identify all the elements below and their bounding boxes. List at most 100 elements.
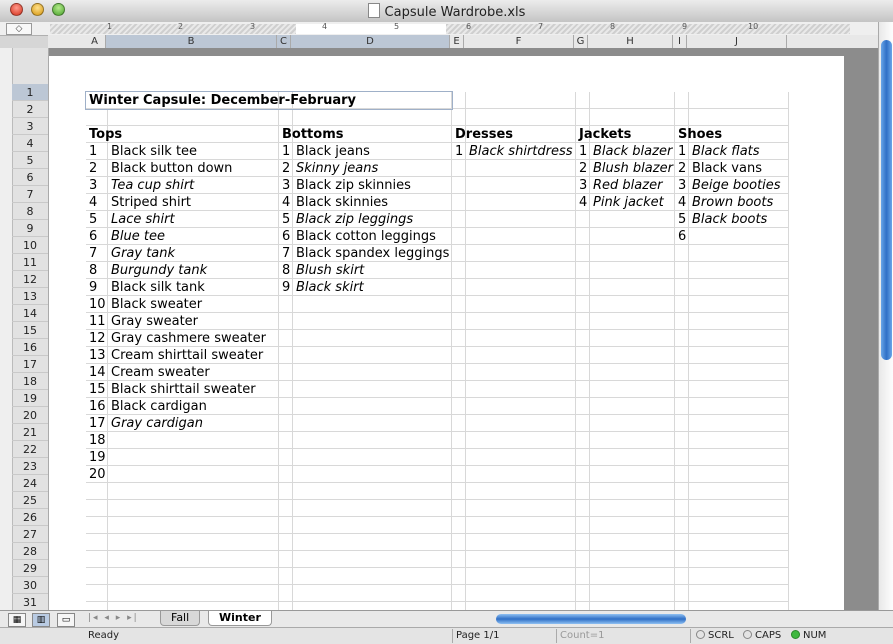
- cell-j28[interactable]: [689, 551, 789, 568]
- cell-d22[interactable]: [293, 449, 452, 466]
- cell-a19[interactable]: 16: [86, 398, 108, 415]
- cell-g27[interactable]: [576, 534, 590, 551]
- cell-b14[interactable]: Gray sweater: [108, 313, 279, 330]
- page-layout-view-button[interactable]: ▥: [32, 613, 50, 627]
- cell-a5[interactable]: 2: [86, 160, 108, 177]
- cell-i1[interactable]: [675, 92, 689, 109]
- cell-c10[interactable]: 7: [279, 245, 293, 262]
- cell-j27[interactable]: [689, 534, 789, 551]
- cell-a29[interactable]: [86, 568, 108, 585]
- cell-a6[interactable]: 3: [86, 177, 108, 194]
- cell-i27[interactable]: [675, 534, 689, 551]
- cell-b10[interactable]: Gray tank: [108, 245, 279, 262]
- cell-f1[interactable]: [466, 92, 576, 109]
- cell-j3[interactable]: [689, 126, 789, 143]
- row-header-27[interactable]: 27: [12, 526, 48, 543]
- cell-g20[interactable]: [576, 415, 590, 432]
- cell-c6[interactable]: 3: [279, 177, 293, 194]
- cell-a12[interactable]: 9: [86, 279, 108, 296]
- cell-h4[interactable]: Black blazer: [590, 143, 675, 160]
- cell-j6[interactable]: Beige booties: [689, 177, 789, 194]
- cell-h29[interactable]: [590, 568, 675, 585]
- cell-b9[interactable]: Blue tee: [108, 228, 279, 245]
- cell-g9[interactable]: [576, 228, 590, 245]
- cell-f24[interactable]: [466, 483, 576, 500]
- cell-d29[interactable]: [293, 568, 452, 585]
- row-header-3[interactable]: 3: [12, 118, 48, 135]
- cell-b22[interactable]: [108, 449, 279, 466]
- cell-i8[interactable]: 5: [675, 211, 689, 228]
- cell-i11[interactable]: [675, 262, 689, 279]
- cell-g6[interactable]: 3: [576, 177, 590, 194]
- cell-e15[interactable]: [452, 330, 466, 347]
- cell-i26[interactable]: [675, 517, 689, 534]
- cell-c21[interactable]: [279, 432, 293, 449]
- cell-g22[interactable]: [576, 449, 590, 466]
- cell-h20[interactable]: [590, 415, 675, 432]
- cell-j19[interactable]: [689, 398, 789, 415]
- cell-c3[interactable]: Bottoms: [279, 126, 343, 143]
- cell-i30[interactable]: [675, 585, 689, 602]
- row-header-12[interactable]: 12: [12, 271, 48, 288]
- cell-d12[interactable]: Black skirt: [293, 279, 452, 296]
- cell-e10[interactable]: [452, 245, 466, 262]
- cell-c31[interactable]: [279, 602, 293, 610]
- cell-g29[interactable]: [576, 568, 590, 585]
- cell-b18[interactable]: Black shirttail sweater: [108, 381, 279, 398]
- cell-c28[interactable]: [279, 551, 293, 568]
- cell-c5[interactable]: 2: [279, 160, 293, 177]
- cell-j24[interactable]: [689, 483, 789, 500]
- cell-f17[interactable]: [466, 364, 576, 381]
- cell-a8[interactable]: 5: [86, 211, 108, 228]
- cell-i6[interactable]: 3: [675, 177, 689, 194]
- cell-i29[interactable]: [675, 568, 689, 585]
- cell-d21[interactable]: [293, 432, 452, 449]
- cell-i23[interactable]: [675, 466, 689, 483]
- cell-g25[interactable]: [576, 500, 590, 517]
- cell-g10[interactable]: [576, 245, 590, 262]
- cell-c25[interactable]: [279, 500, 293, 517]
- cell-a15[interactable]: 12: [86, 330, 108, 347]
- column-header-i[interactable]: I: [673, 35, 687, 48]
- tab-winter[interactable]: Winter: [208, 611, 272, 626]
- row-header-26[interactable]: 26: [12, 509, 48, 526]
- column-header-b[interactable]: B: [106, 35, 277, 48]
- print-preview-button[interactable]: ▭: [57, 613, 75, 627]
- cell-b24[interactable]: [108, 483, 279, 500]
- cell-h26[interactable]: [590, 517, 675, 534]
- cell-f14[interactable]: [466, 313, 576, 330]
- cell-j21[interactable]: [689, 432, 789, 449]
- row-header-5[interactable]: 5: [12, 152, 48, 169]
- cell-h1[interactable]: [590, 92, 675, 109]
- cell-d14[interactable]: [293, 313, 452, 330]
- cell-d2[interactable]: [293, 109, 452, 126]
- cell-j16[interactable]: [689, 347, 789, 364]
- cell-a1[interactable]: Winter Capsule: December-February: [85, 91, 453, 110]
- cell-f23[interactable]: [466, 466, 576, 483]
- cell-e5[interactable]: [452, 160, 466, 177]
- cell-h24[interactable]: [590, 483, 675, 500]
- cell-b17[interactable]: Cream sweater: [108, 364, 279, 381]
- cell-j20[interactable]: [689, 415, 789, 432]
- cell-e18[interactable]: [452, 381, 466, 398]
- cell-d11[interactable]: Blush skirt: [293, 262, 452, 279]
- horizontal-scroll-thumb[interactable]: [496, 614, 686, 624]
- cell-e28[interactable]: [452, 551, 466, 568]
- row-header-8[interactable]: 8: [12, 203, 48, 220]
- cell-c12[interactable]: 9: [279, 279, 293, 296]
- cell-h13[interactable]: [590, 296, 675, 313]
- cell-j18[interactable]: [689, 381, 789, 398]
- cell-h25[interactable]: [590, 500, 675, 517]
- row-header-29[interactable]: 29: [12, 560, 48, 577]
- cell-j31[interactable]: [689, 602, 789, 610]
- cell-f25[interactable]: [466, 500, 576, 517]
- vertical-scroll-thumb[interactable]: [881, 40, 892, 360]
- cell-j5[interactable]: Black vans: [689, 160, 789, 177]
- cell-f29[interactable]: [466, 568, 576, 585]
- cell-e23[interactable]: [452, 466, 466, 483]
- cell-a11[interactable]: 8: [86, 262, 108, 279]
- row-header-10[interactable]: 10: [12, 237, 48, 254]
- row-header-23[interactable]: 23: [12, 458, 48, 475]
- normal-view-button[interactable]: ▦: [8, 613, 26, 627]
- row-header-16[interactable]: 16: [12, 339, 48, 356]
